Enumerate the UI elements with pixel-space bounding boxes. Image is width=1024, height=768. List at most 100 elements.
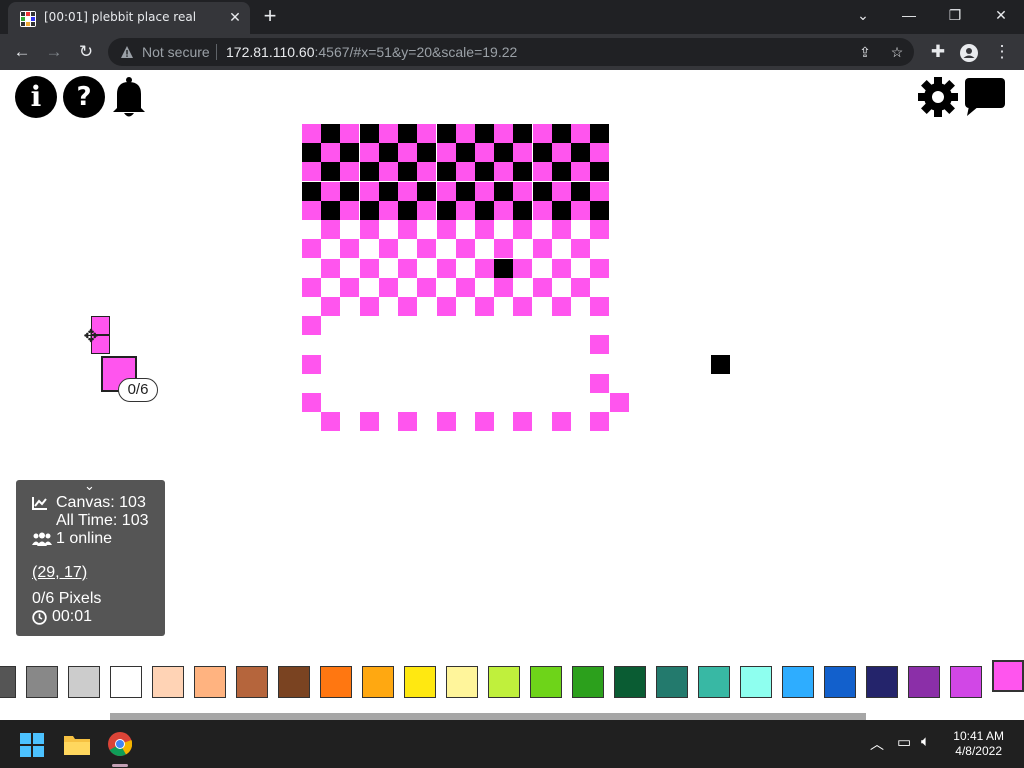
minimize-icon[interactable]: — [886, 0, 932, 32]
tab-search-icon[interactable]: ⌄ [840, 0, 886, 32]
canvas-pixel[interactable] [398, 201, 417, 220]
canvas-pixel[interactable] [379, 124, 398, 143]
canvas-pixel[interactable] [513, 124, 532, 143]
canvas-pixel[interactable] [494, 278, 513, 297]
palette-swatch[interactable] [68, 666, 100, 698]
canvas-pixel[interactable] [321, 162, 340, 181]
tray-overflow-icon[interactable]: ︿ [870, 734, 884, 754]
canvas-pixel[interactable] [475, 143, 494, 162]
canvas-pixel[interactable] [456, 162, 475, 181]
canvas-pixel[interactable] [590, 374, 609, 393]
palette-swatch[interactable] [866, 666, 898, 698]
canvas-pixel[interactable] [379, 239, 398, 258]
palette-swatch[interactable] [320, 666, 352, 698]
canvas-pixel[interactable] [494, 182, 513, 201]
canvas-pixel[interactable] [360, 143, 379, 162]
file-explorer-icon[interactable] [64, 733, 90, 755]
canvas-pixel[interactable] [456, 201, 475, 220]
canvas-pixel[interactable] [360, 124, 379, 143]
canvas-pixel[interactable] [321, 124, 340, 143]
canvas-pixel[interactable] [398, 182, 417, 201]
canvas-pixel[interactable] [437, 124, 456, 143]
canvas-pixel[interactable] [437, 162, 456, 181]
canvas-pixel[interactable] [302, 162, 321, 181]
canvas-pixel[interactable] [513, 259, 532, 278]
canvas-pixel[interactable] [379, 143, 398, 162]
tab-close-icon[interactable]: ✕ [226, 8, 244, 26]
canvas-pixel[interactable] [360, 412, 379, 431]
canvas-pixel[interactable] [552, 182, 571, 201]
canvas-pixel[interactable] [513, 220, 532, 239]
canvas-pixel[interactable] [513, 162, 532, 181]
canvas-pixel[interactable] [398, 220, 417, 239]
canvas-pixel[interactable] [302, 316, 321, 335]
palette-swatch[interactable] [0, 666, 16, 698]
palette-swatch[interactable] [614, 666, 646, 698]
canvas-pixel[interactable] [321, 220, 340, 239]
palette-swatch[interactable] [824, 666, 856, 698]
palette-swatch[interactable] [446, 666, 478, 698]
canvas-pixel[interactable] [590, 297, 609, 316]
canvas-pixel[interactable] [360, 162, 379, 181]
canvas-pixel[interactable] [437, 220, 456, 239]
palette-swatch[interactable] [236, 666, 268, 698]
canvas-pixel[interactable] [475, 182, 494, 201]
canvas-pixel[interactable] [513, 182, 532, 201]
canvas-pixel[interactable] [513, 143, 532, 162]
canvas-pixel[interactable] [552, 143, 571, 162]
canvas-pixel[interactable] [533, 162, 552, 181]
palette-swatch[interactable] [362, 666, 394, 698]
canvas-pixel[interactable] [475, 412, 494, 431]
canvas-pixel[interactable] [571, 143, 590, 162]
canvas-pixel[interactable] [552, 220, 571, 239]
canvas-pixel[interactable] [302, 355, 321, 374]
canvas-pixel[interactable] [321, 201, 340, 220]
share-icon[interactable]: ⇪ [856, 43, 874, 61]
canvas-pixel[interactable] [321, 143, 340, 162]
restore-icon[interactable]: ❐ [932, 0, 978, 32]
canvas-pixel[interactable] [302, 124, 321, 143]
chrome-icon[interactable] [108, 732, 132, 756]
canvas-pixel[interactable] [494, 201, 513, 220]
gear-icon[interactable] [917, 76, 959, 118]
canvas-pixel[interactable] [417, 239, 436, 258]
canvas-pixel[interactable] [437, 143, 456, 162]
canvas-pixel[interactable] [398, 259, 417, 278]
horizontal-scrollbar[interactable] [110, 713, 866, 720]
canvas-pixel[interactable] [340, 239, 359, 258]
canvas-pixel[interactable] [417, 143, 436, 162]
canvas-pixel[interactable] [513, 297, 532, 316]
canvas-pixel[interactable] [456, 143, 475, 162]
canvas-pixel[interactable] [437, 201, 456, 220]
canvas-pixel[interactable] [417, 124, 436, 143]
canvas-pixel[interactable] [398, 162, 417, 181]
canvas-pixel[interactable] [340, 278, 359, 297]
canvas-pixel[interactable] [417, 162, 436, 181]
canvas-pixel[interactable] [360, 297, 379, 316]
canvas-pixel[interactable] [398, 124, 417, 143]
canvas-pixel[interactable] [590, 201, 609, 220]
canvas-pixel[interactable] [494, 239, 513, 258]
palette-swatch[interactable] [194, 666, 226, 698]
canvas-pixel[interactable] [552, 412, 571, 431]
canvas-pixel[interactable] [571, 239, 590, 258]
coordinates-link[interactable]: (29, 17) [32, 564, 87, 582]
canvas-pixel[interactable] [398, 412, 417, 431]
canvas-pixel[interactable] [302, 201, 321, 220]
canvas-pixel[interactable] [711, 355, 730, 374]
canvas-pixel[interactable] [398, 143, 417, 162]
canvas-pixel[interactable] [533, 182, 552, 201]
canvas-pixel[interactable] [340, 162, 359, 181]
canvas-pixel[interactable] [360, 201, 379, 220]
help-icon[interactable]: ? [63, 76, 105, 118]
canvas-pixel[interactable] [533, 143, 552, 162]
canvas-pixel[interactable] [302, 278, 321, 297]
canvas-pixel[interactable] [494, 143, 513, 162]
canvas-pixel[interactable] [302, 239, 321, 258]
windows-start-icon[interactable] [20, 733, 44, 757]
canvas-pixel[interactable] [494, 259, 513, 278]
reload-icon[interactable]: ↻ [74, 40, 98, 64]
palette-swatch[interactable] [530, 666, 562, 698]
profile-icon[interactable] [960, 44, 978, 62]
url-text[interactable]: 172.81.110.60:4567/#x=51&y=20&scale=19.2… [226, 44, 517, 60]
